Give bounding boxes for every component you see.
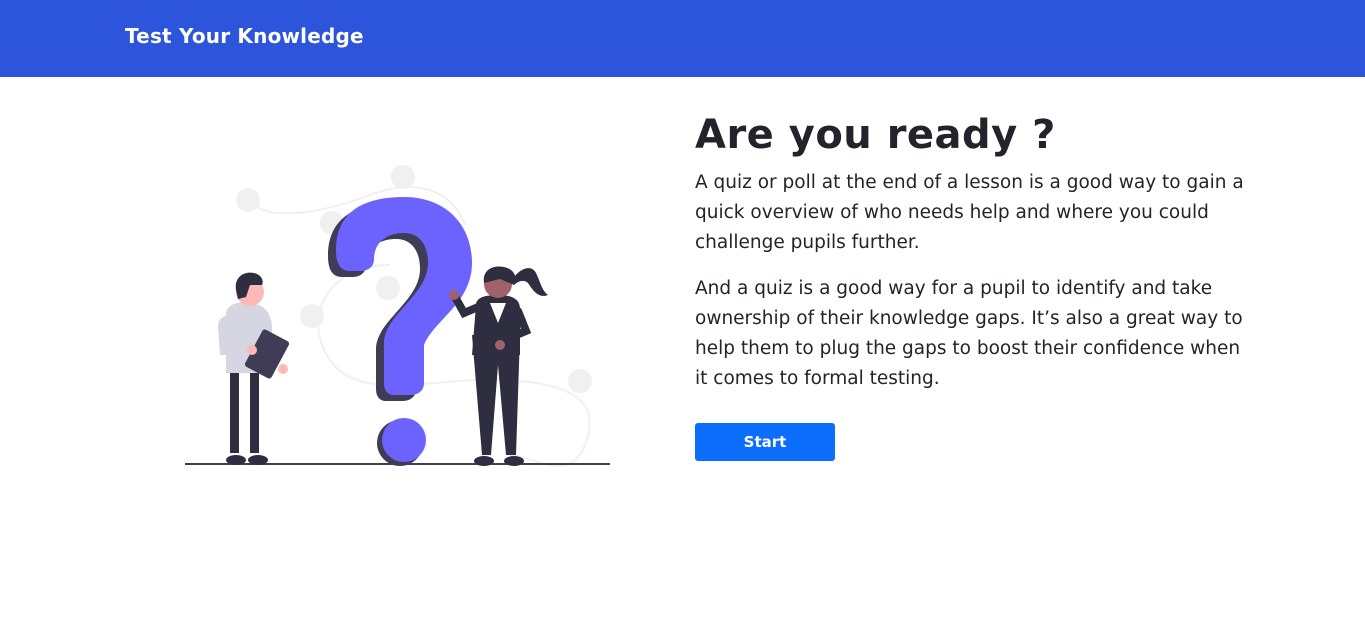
question-mark-icon: [328, 197, 472, 466]
man-figure-icon: [218, 272, 290, 465]
intro-paragraph-2: And a quiz is a good way for a pupil to …: [695, 278, 1243, 389]
quiz-illustration: [180, 155, 620, 475]
woman-figure-icon: [449, 266, 548, 466]
navbar: Test Your Knowledge: [0, 0, 1365, 77]
intro-paragraph-1: A quiz or poll at the end of a lesson is…: [695, 172, 1244, 253]
brand-link[interactable]: Test Your Knowledge: [125, 24, 364, 48]
start-button[interactable]: Start: [695, 423, 835, 461]
intro-content: Are you ready ? A quiz or poll at the en…: [695, 108, 1255, 394]
page-title: Are you ready ?: [695, 112, 1056, 158]
